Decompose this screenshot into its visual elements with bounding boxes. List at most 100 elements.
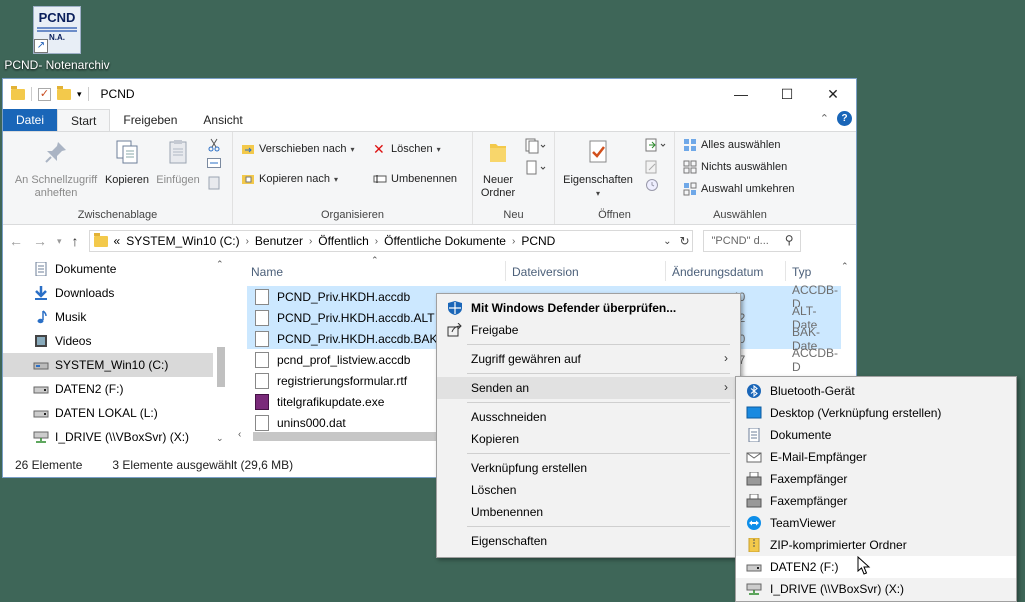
tab-ansicht[interactable]: Ansicht [190, 109, 255, 131]
breadcrumb-pcnd[interactable]: PCND [521, 234, 555, 248]
copy-to-button[interactable]: Kopieren nach ▾ [241, 172, 338, 186]
sendto-item-documents[interactable]: Dokumente [736, 424, 1016, 446]
nav-scroll-thumb[interactable] [217, 347, 225, 387]
breadcrumb-benutzer[interactable]: Benutzer [255, 234, 303, 248]
properties-button[interactable]: Eigenschaften ▾ [557, 138, 639, 200]
recent-locations-icon[interactable]: ▾ [57, 236, 62, 247]
customize-quick-access-icon[interactable]: ▾ [77, 89, 82, 100]
copy-button[interactable]: Kopieren [103, 138, 151, 187]
menu-item-send-to[interactable]: Senden an › [437, 377, 740, 399]
search-input[interactable]: "PCND" d... ⚲ [702, 230, 801, 252]
bluetooth-icon [747, 384, 761, 398]
column-header-version[interactable]: Dateiversion [512, 265, 579, 279]
title-bar[interactable]: ✓ ▾ PCND — ☐ ✕ [3, 79, 856, 109]
delete-button[interactable]: ✕ Löschen ▾ [373, 142, 441, 156]
nav-item-dokumente[interactable]: Dokumente [3, 257, 213, 281]
menu-item-give-access[interactable]: Zugriff gewähren auf › [437, 348, 740, 370]
up-arrow-icon[interactable]: ↑ [72, 233, 79, 249]
new-folder-button[interactable]: Neuer Ordner [477, 138, 519, 200]
scroll-up-icon[interactable]: ⌃ [216, 259, 224, 270]
new-folder-quick-icon[interactable] [57, 85, 71, 100]
scissors-icon[interactable] [207, 138, 221, 152]
minimize-button[interactable]: — [718, 79, 764, 109]
tab-freigeben[interactable]: Freigeben [110, 109, 190, 131]
nav-item-downloads[interactable]: Downloads [3, 281, 213, 305]
forward-arrow-icon[interactable]: → [33, 233, 47, 249]
address-dropdown-icon[interactable]: ⌄ [663, 236, 671, 247]
documents-icon [35, 262, 47, 276]
sendto-item-fax-2[interactable]: Faxempfänger [736, 490, 1016, 512]
menu-item-cut[interactable]: Ausschneiden [437, 406, 740, 428]
horizontal-scroll-thumb[interactable] [253, 432, 443, 441]
sendto-item-i-drive[interactable]: I_DRIVE (\\VBoxSvr) (X:) [736, 578, 1016, 600]
address-bar[interactable]: « SYSTEM_Win10 (C:) › Benutzer › Öffentl… [88, 230, 693, 252]
collapse-ribbon-icon[interactable]: ⌃ [820, 112, 829, 125]
history-icon[interactable] [645, 178, 659, 192]
nav-item-musik[interactable]: Musik [3, 305, 213, 329]
paste-shortcut-icon[interactable] [207, 176, 221, 190]
invert-selection-button[interactable]: Auswahl umkehren [683, 182, 795, 196]
refresh-icon[interactable]: ↻ [679, 234, 689, 248]
nav-scrollbar[interactable]: ⌃ ⌄ [213, 257, 229, 446]
move-to-button[interactable]: Verschieben nach ▾ [241, 142, 354, 156]
menu-item-delete[interactable]: Löschen [437, 479, 740, 501]
group-label-organize: Organisieren [321, 209, 384, 221]
rename-button[interactable]: Umbenennen [373, 172, 457, 186]
list-scroll-up-icon[interactable]: ⌃ [841, 261, 849, 272]
sendto-item-desktop[interactable]: Desktop (Verknüpfung erstellen) [736, 402, 1016, 424]
music-icon [37, 310, 47, 324]
context-menu: Mit Windows Defender überprüfen... Freig… [436, 293, 741, 558]
sendto-item-zip[interactable]: ZIP-komprimierter Ordner [736, 534, 1016, 556]
back-arrow-icon[interactable]: ← [9, 233, 23, 249]
column-header-type[interactable]: Typ [792, 265, 811, 279]
delete-x-icon: ✕ [373, 141, 385, 157]
ribbon: An Schnellzugriff anheften Kopieren Einf… [3, 131, 856, 225]
column-header-date[interactable]: Änderungsdatum [672, 265, 763, 279]
edit-icon[interactable] [645, 160, 659, 174]
properties-quick-icon[interactable]: ✓ [38, 87, 51, 101]
help-icon[interactable]: ? [837, 111, 852, 126]
breadcrumb-overflow[interactable]: « [114, 234, 121, 248]
horizontal-scrollbar[interactable]: ‹ [235, 428, 445, 445]
easy-access-icon[interactable] [525, 160, 547, 176]
menu-item-share[interactable]: Freigabe [437, 319, 740, 341]
copy-path-icon[interactable] [207, 158, 221, 168]
network-drive-icon [746, 583, 762, 595]
sendto-item-fax-1[interactable]: Faxempfänger [736, 468, 1016, 490]
sendto-item-daten2[interactable]: DATEN2 (F:) [736, 556, 1016, 578]
sendto-item-bluetooth[interactable]: Bluetooth-Gerät [736, 380, 1016, 402]
menu-item-rename[interactable]: Umbenennen [437, 501, 740, 523]
pin-quick-access-button[interactable]: An Schnellzugriff anheften [7, 138, 105, 200]
scroll-left-icon[interactable]: ‹ [238, 429, 241, 440]
tab-datei[interactable]: Datei [3, 109, 58, 131]
nav-item-videos[interactable]: Videos [3, 329, 213, 353]
menu-item-defender-scan[interactable]: Mit Windows Defender überprüfen... [437, 297, 740, 319]
move-to-label: Verschieben nach [259, 143, 347, 155]
column-header-name[interactable]: Name [251, 265, 283, 279]
sendto-item-mail[interactable]: E-Mail-Empfänger [736, 446, 1016, 468]
new-item-icon[interactable] [525, 138, 547, 154]
nav-label: Downloads [55, 286, 115, 300]
close-button[interactable]: ✕ [810, 79, 856, 109]
nav-item-daten-lokal[interactable]: DATEN LOKAL (L:) [3, 401, 213, 425]
scroll-down-icon[interactable]: ⌄ [216, 433, 224, 444]
new-folder-label: Neuer Ordner [480, 174, 516, 199]
menu-item-copy[interactable]: Kopieren [437, 428, 740, 450]
nav-item-i-drive[interactable]: I_DRIVE (\\VBoxSvr) (X:) [3, 425, 213, 449]
breadcrumb-oeffentlich[interactable]: Öffentlich [318, 234, 368, 248]
select-all-button[interactable]: Alles auswählen [683, 138, 781, 152]
tab-start[interactable]: Start [57, 109, 111, 131]
breadcrumb-oeffentliche-dokumente[interactable]: Öffentliche Dokumente [384, 234, 506, 248]
menu-item-properties[interactable]: Eigenschaften [437, 530, 740, 552]
breadcrumb-drive[interactable]: SYSTEM_Win10 (C:) [126, 234, 239, 248]
paste-button[interactable]: Einfügen [153, 138, 203, 187]
maximize-button[interactable]: ☐ [764, 79, 810, 109]
file-icon [255, 351, 269, 368]
nav-item-daten2[interactable]: DATEN2 (F:) [3, 377, 213, 401]
select-none-button[interactable]: Nichts auswählen [683, 160, 787, 174]
desktop-shortcut-pcnd[interactable]: PCND N.A. ↗ PCND- Notenarchiv [2, 6, 112, 72]
nav-item-system-win10[interactable]: SYSTEM_Win10 (C:) [3, 353, 213, 377]
sendto-item-teamviewer[interactable]: TeamViewer [736, 512, 1016, 534]
open-icon[interactable] [645, 138, 669, 152]
menu-item-create-shortcut[interactable]: Verknüpfung erstellen [437, 457, 740, 479]
